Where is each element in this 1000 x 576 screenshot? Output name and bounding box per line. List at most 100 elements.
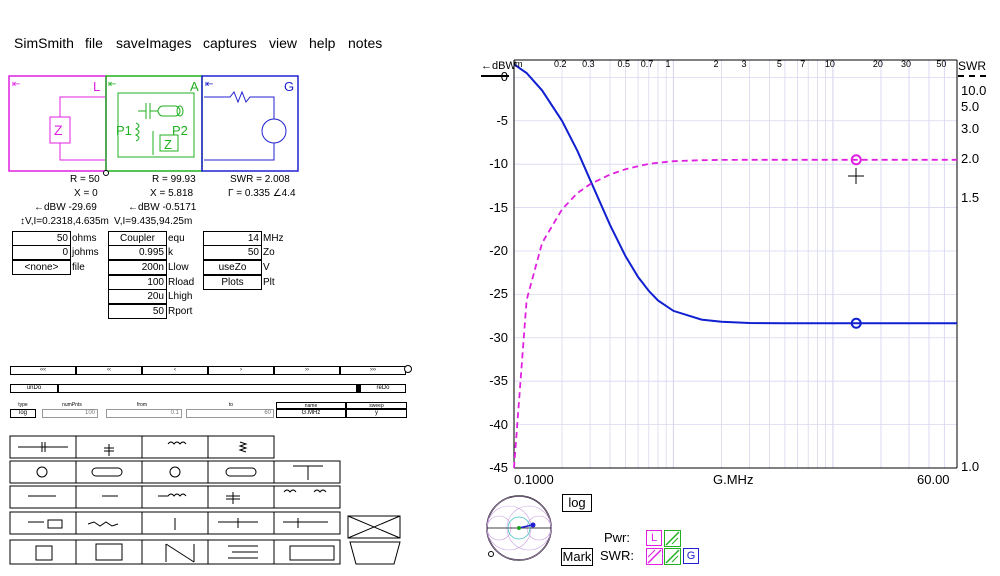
component-palette [9,435,401,565]
palette-stub[interactable] [273,460,341,484]
palette-block-3[interactable] [141,539,209,565]
menu-view[interactable]: view [269,34,297,52]
coupler-lhigh-field[interactable]: 20u [108,289,167,304]
sweep-numpnts-field[interactable]: 100 [42,409,98,418]
left-tick-label: -10 [489,156,508,172]
left-tick-label: -35 [489,373,508,389]
node-r-readout: R = 99.93 [152,174,196,185]
palette-lc-1[interactable] [9,485,77,509]
palette-lc-2[interactable] [75,485,143,509]
coupler-label: A [190,79,199,94]
top-tick-label: 50 [936,59,947,69]
top-tick-label: 7 [800,59,806,69]
coupler-rload-field[interactable]: 100 [108,275,167,290]
coupler-llow-unit: Llow [168,262,189,273]
sweep-header-type: type [18,402,28,408]
menu-saveimages[interactable]: saveImages [116,34,191,52]
palette-lc-4[interactable] [207,485,275,509]
right-axis-title: SWR [958,59,986,73]
pwr-check-A-icon[interactable] [664,530,682,548]
load-r-field[interactable]: 50 [12,231,71,246]
right-tick-label: 5.0 [961,98,980,114]
gen-zo-unit: Zo [263,247,275,258]
top-tick-label: 3 [741,59,747,69]
palette-coax-3[interactable] [141,460,209,484]
right-tick-label: 2.0 [961,151,980,167]
menu-notes[interactable]: notes [348,34,382,52]
menu-help[interactable]: help [309,34,335,52]
palette-coax-1[interactable] [9,460,77,484]
plot-area[interactable] [474,56,1000,496]
load-x-field[interactable]: 0 [12,245,71,260]
palette-coax-4[interactable] [207,460,275,484]
palette-shunt-ind[interactable] [207,435,275,459]
sweep-from-field[interactable]: 0.1 [106,409,182,418]
pwr-check-L[interactable]: L [646,530,662,546]
top-tick-label: 5 [776,59,782,69]
menu-file[interactable]: file [85,34,103,52]
tune-button-5[interactable]: ›› [274,366,340,375]
palette-res-4[interactable] [207,511,275,535]
history-slider[interactable] [58,384,358,393]
node-x-readout: X = 5.818 [150,188,194,199]
palette-lc-3[interactable] [141,485,209,509]
gen-plots-unit: Plt [263,277,275,288]
redo-button[interactable]: reDo [360,384,406,393]
menu-captures[interactable]: captures [203,34,257,52]
coupler-k-field[interactable]: 0.995 [108,245,167,260]
swr-check-L-icon[interactable] [646,548,664,566]
gen-plots-field[interactable]: Plots [203,275,262,290]
swr-check-A-icon[interactable] [664,548,682,566]
tune-button-2[interactable]: ‹‹ [76,366,142,375]
load-label: L [93,79,101,94]
swr-check-G[interactable]: G [683,548,699,564]
sweep-sweep-field[interactable]: y [346,409,407,418]
palette-res-1[interactable] [9,511,77,535]
gen-arrow-icon: ⇤ [205,79,214,90]
right-tick-label: 3.0 [961,120,980,136]
pwr-label: Pwr: [604,530,630,545]
sweep-header-sweep: sweep [346,402,407,409]
load-x-unit: johms [72,247,99,258]
coupler-p1-label: P1 [116,123,132,138]
sweep-header-from: from [137,402,147,408]
x-end-label: 60.00 [917,472,950,487]
smith-chart-thumbnail[interactable] [484,493,554,563]
coupler-lhigh-unit: Lhigh [168,291,193,302]
palette-coax-2[interactable] [75,460,143,484]
menu-simsmith[interactable]: SimSmith [14,34,74,52]
tune-knob-icon[interactable] [404,365,412,373]
tune-button-4[interactable]: › [208,366,274,375]
load-file-unit: file [72,262,85,273]
load-x-readout: X = 0 [74,188,98,199]
palette-res-5[interactable] [273,511,341,535]
coupler-rport-field[interactable]: 50 [108,304,167,319]
sweep-to-field[interactable]: 60 [186,409,274,418]
swr-readout: SWR = 2.008 [230,174,290,185]
tune-button-6[interactable]: ››› [340,366,406,375]
undo-button[interactable]: unDo [10,384,58,393]
palette-series-ind[interactable] [141,435,209,459]
sweep-name-field[interactable]: G.MHz [276,409,346,418]
left-tick-label: -25 [489,286,508,302]
palette-res-2[interactable] [75,511,143,535]
load-r-readout: R = 50 [70,174,100,185]
coupler-llow-field[interactable]: 200n [108,260,167,275]
gen-v-field[interactable]: useZo [203,260,262,275]
top-tick-label: 0.3 [582,59,595,69]
coupler-equ-field[interactable]: Coupler [108,231,167,246]
gen-freq-field[interactable]: 14 [203,231,262,246]
load-r-unit: ohms [72,233,97,244]
sweep-type-field[interactable]: log [10,409,36,418]
coupler-rload-unit: Rload [168,277,195,288]
coupler-k-unit: k [168,247,173,258]
load-file-field[interactable]: <none> [12,260,71,275]
mark-button[interactable]: Mark [561,548,593,566]
tune-button-1[interactable]: ‹‹‹ [10,366,76,375]
log-button[interactable]: log [562,494,592,512]
tune-button-3[interactable]: ‹ [142,366,208,375]
generator-label: G [284,79,295,94]
palette-lc-5[interactable] [273,485,341,509]
palette-special-grid[interactable] [347,515,401,539]
gen-zo-field[interactable]: 50 [203,245,262,260]
